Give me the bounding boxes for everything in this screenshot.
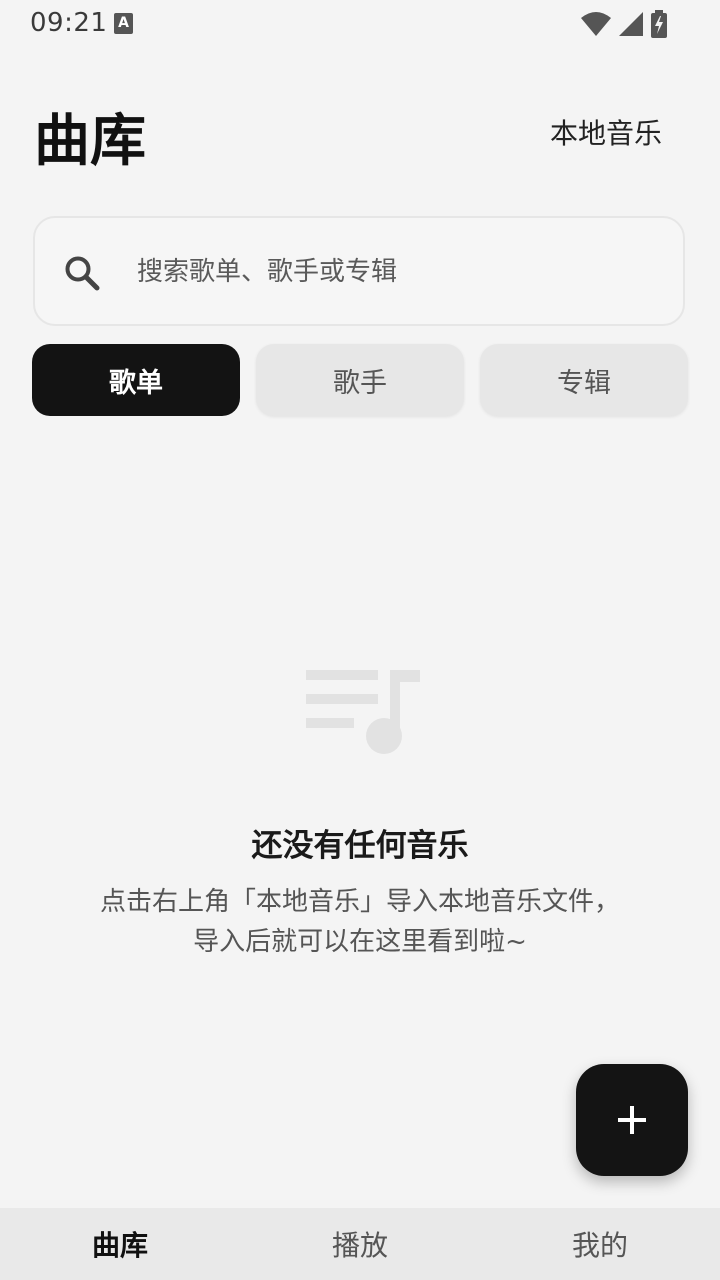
tab-albums[interactable]: 专辑 <box>480 344 688 416</box>
empty-state-description: 点击右上角「本地音乐」导入本地音乐文件， 导入后就可以在这里看到啦~ <box>100 882 620 962</box>
tab-bar: 歌单 歌手 专辑 <box>32 344 688 416</box>
search-icon <box>65 256 100 291</box>
nav-playback[interactable]: 播放 <box>240 1208 480 1280</box>
nav-mine[interactable]: 我的 <box>480 1208 720 1280</box>
bottom-nav: 曲库 播放 我的 <box>0 1208 720 1280</box>
nav-library[interactable]: 曲库 <box>0 1208 240 1280</box>
tab-artists[interactable]: 歌手 <box>256 344 464 416</box>
signal-icon <box>619 12 643 36</box>
wifi-icon <box>581 12 611 36</box>
plus-icon <box>618 1106 646 1134</box>
status-time: 09:21 <box>30 8 108 38</box>
add-button[interactable] <box>576 1064 688 1176</box>
tab-playlists[interactable]: 歌单 <box>32 344 240 416</box>
status-icons <box>580 10 668 38</box>
empty-state-description-line2: 导入后就可以在这里看到啦~ <box>193 927 527 957</box>
page-title: 曲库 <box>34 109 146 174</box>
search-box[interactable] <box>33 216 685 326</box>
empty-state-title: 还没有任何音乐 <box>251 828 469 864</box>
keyboard-a-icon: A <box>114 13 133 34</box>
playlist-music-icon <box>306 670 420 754</box>
battery-charging-icon <box>651 10 667 38</box>
empty-state-description-line1: 点击右上角「本地音乐」导入本地音乐文件， <box>100 887 621 917</box>
search-input[interactable] <box>137 248 657 296</box>
status-bar: 09:21 A <box>0 0 720 48</box>
local-music-button[interactable]: 本地音乐 <box>550 112 662 152</box>
